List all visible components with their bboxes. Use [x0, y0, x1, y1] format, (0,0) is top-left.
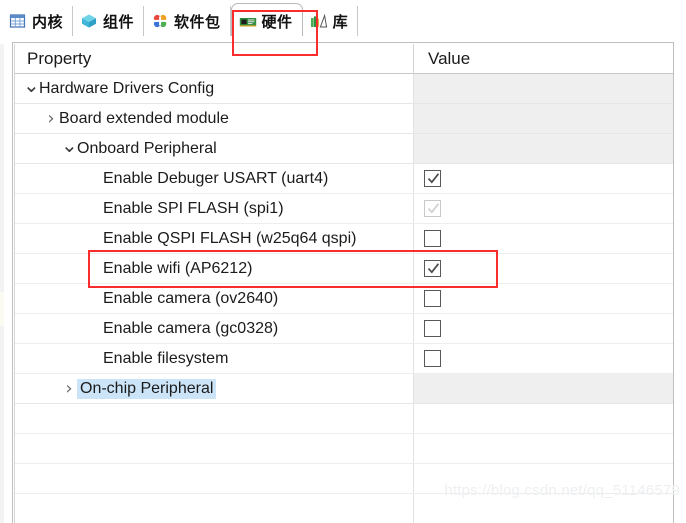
value-cell: [413, 224, 673, 253]
property-label: Enable QSPI FLASH (w25q64 qspi): [103, 229, 357, 247]
property-cell: Enable Debuger USART (uart4): [15, 164, 413, 193]
value-cell: [413, 404, 673, 433]
table-row[interactable]: Enable QSPI FLASH (w25q64 qspi): [15, 224, 673, 254]
checkbox[interactable]: [424, 320, 441, 337]
property-label: Hardware Drivers Config: [39, 79, 215, 97]
table-row[interactable]: ⌄ Onboard Peripheral: [15, 134, 673, 164]
books-icon: [310, 13, 328, 29]
watermark-text: https://blog.csdn.net/qq_51146579: [444, 482, 680, 499]
tab-strip: 内核 组件 软件包 硬件 库: [2, 3, 359, 36]
tab-hardware[interactable]: 硬件: [230, 3, 303, 36]
value-cell: [413, 344, 673, 373]
board-icon: [239, 14, 257, 30]
chevron-down-icon[interactable]: ⌄: [61, 135, 78, 155]
table-row[interactable]: Enable camera (ov2640): [15, 284, 673, 314]
chevron-right-icon[interactable]: ›: [43, 109, 59, 128]
value-cell: [413, 104, 673, 133]
property-cell: Enable camera (gc0328): [15, 314, 413, 343]
tab-components[interactable]: 组件: [73, 6, 145, 36]
value-cell: [413, 314, 673, 343]
tab-label: 库: [332, 12, 349, 31]
value-cell: [413, 134, 673, 163]
chevron-right-icon[interactable]: ›: [61, 379, 77, 398]
value-cell: [413, 374, 673, 403]
tab-label: 内核: [32, 12, 64, 31]
property-cell: Enable wifi (AP6212): [15, 254, 413, 283]
table-body: ⌄ Hardware Drivers Config › Board extended …: [15, 74, 673, 523]
table-row[interactable]: › Board extended module: [15, 104, 673, 134]
value-cell: [413, 434, 673, 463]
value-cell: [413, 254, 673, 283]
property-cell: Enable filesystem: [15, 344, 413, 373]
value-cell: [413, 194, 673, 223]
property-label: Enable filesystem: [103, 349, 229, 367]
hardware-config-screen: 内核 组件 软件包 硬件库 Property Value ⌄ Hardware Driv…: [0, 0, 686, 523]
left-rail-highlight: [0, 292, 4, 326]
cube-icon: [80, 13, 98, 29]
table-row[interactable]: Enable filesystem: [15, 344, 673, 374]
property-cell: Enable SPI FLASH (spi1): [15, 194, 413, 223]
column-header-property[interactable]: Property: [15, 49, 413, 69]
checkbox[interactable]: [424, 230, 441, 247]
tab-bar: 内核 组件 软件包 硬件 库: [0, 0, 686, 38]
checkbox[interactable]: [424, 350, 441, 367]
property-cell: Enable camera (ov2640): [15, 284, 413, 313]
property-label: On-chip Peripheral: [77, 378, 217, 399]
checkbox[interactable]: [424, 290, 441, 307]
tab-label: 硬件: [261, 13, 293, 31]
property-cell: [15, 494, 413, 523]
grid-icon: [9, 13, 27, 29]
table-row[interactable]: Enable wifi (AP6212): [15, 254, 673, 284]
property-cell: [15, 464, 413, 493]
column-header-value[interactable]: Value: [413, 44, 673, 73]
property-label: Enable wifi (AP6212): [103, 259, 253, 277]
clover-icon: [151, 13, 169, 29]
property-cell: › Board extended module: [15, 104, 413, 133]
value-cell: [413, 284, 673, 313]
table-row-empty[interactable]: [15, 434, 673, 464]
tab-label: 软件包: [174, 12, 221, 31]
property-cell: › On-chip Peripheral: [15, 374, 413, 403]
checkbox[interactable]: [424, 200, 441, 217]
table-row[interactable]: ⌄ Hardware Drivers Config: [15, 74, 673, 104]
table-header-row: Property Value: [15, 44, 673, 74]
property-cell: [15, 434, 413, 463]
value-cell: [413, 164, 673, 193]
tab-kernel[interactable]: 内核: [2, 6, 74, 36]
value-cell: [413, 74, 673, 103]
chevron-down-icon[interactable]: ⌄: [23, 75, 40, 95]
tab-library[interactable]: 库: [303, 6, 359, 36]
property-cell: ⌄ Onboard Peripheral: [15, 134, 413, 163]
property-table-panel: Property Value ⌄ Hardware Drivers Config ›…: [12, 42, 674, 523]
table-row[interactable]: Enable Debuger USART (uart4): [15, 164, 673, 194]
checkbox[interactable]: [424, 170, 441, 187]
property-cell: ⌄ Hardware Drivers Config: [15, 74, 413, 103]
property-label: Enable camera (gc0328): [103, 319, 279, 337]
property-label: Enable Debuger USART (uart4): [103, 169, 329, 187]
property-label: Enable camera (ov2640): [103, 289, 279, 307]
tab-label: 组件: [103, 12, 135, 31]
property-cell: [15, 404, 413, 433]
property-label: Enable SPI FLASH (spi1): [103, 199, 284, 217]
property-cell: Enable QSPI FLASH (w25q64 qspi): [15, 224, 413, 253]
table-row[interactable]: Enable SPI FLASH (spi1): [15, 194, 673, 224]
property-label: Onboard Peripheral: [77, 139, 217, 157]
property-table: Property Value ⌄ Hardware Drivers Config ›…: [14, 44, 673, 523]
table-row[interactable]: › On-chip Peripheral: [15, 374, 673, 404]
left-rail-gap: [4, 44, 7, 523]
property-label: Board extended module: [59, 109, 229, 127]
checkbox[interactable]: [424, 260, 441, 277]
table-row-empty[interactable]: [15, 404, 673, 434]
table-row[interactable]: Enable camera (gc0328): [15, 314, 673, 344]
tab-packages[interactable]: 软件包: [144, 6, 231, 36]
